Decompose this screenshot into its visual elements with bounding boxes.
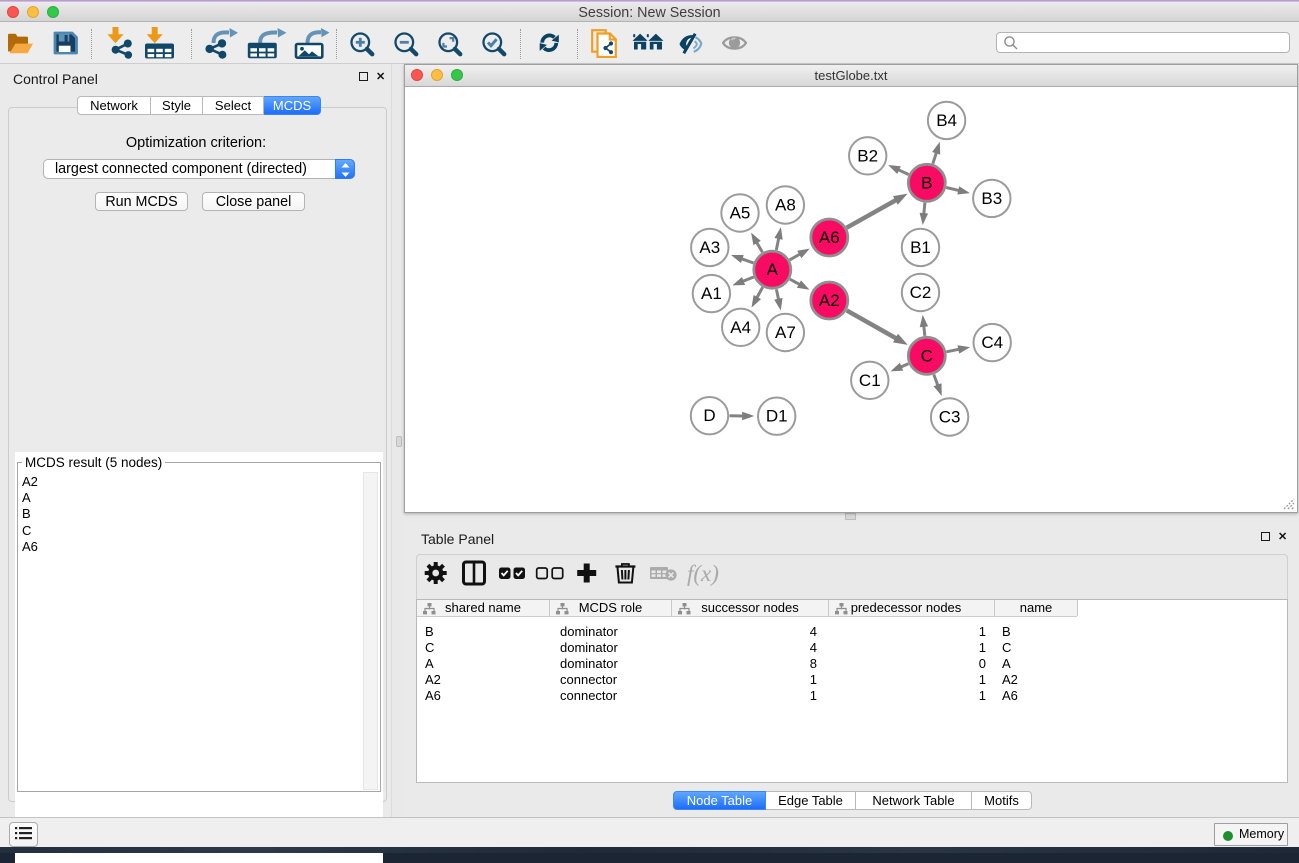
svg-text:B3: B3 — [981, 189, 1002, 208]
svg-text:A5: A5 — [730, 204, 751, 223]
svg-text:A3: A3 — [699, 238, 720, 257]
svg-text:B: B — [921, 173, 932, 192]
svg-text:C1: C1 — [859, 371, 881, 390]
svg-text:A7: A7 — [775, 323, 796, 342]
svg-text:A6: A6 — [819, 228, 840, 247]
svg-text:A1: A1 — [701, 284, 722, 303]
svg-text:D: D — [703, 406, 715, 425]
svg-text:D1: D1 — [766, 407, 788, 426]
svg-text:B1: B1 — [910, 238, 931, 257]
svg-text:A8: A8 — [775, 196, 796, 215]
svg-text:C: C — [921, 346, 933, 365]
svg-text:A4: A4 — [730, 318, 751, 337]
svg-text:B4: B4 — [936, 111, 957, 130]
svg-text:C4: C4 — [981, 333, 1003, 352]
svg-text:A2: A2 — [819, 291, 840, 310]
svg-text:C3: C3 — [939, 408, 961, 427]
svg-text:f(x): f(x) — [687, 561, 719, 586]
svg-text:A: A — [767, 260, 779, 279]
svg-text:C2: C2 — [910, 283, 932, 302]
svg-text:B2: B2 — [857, 146, 878, 165]
